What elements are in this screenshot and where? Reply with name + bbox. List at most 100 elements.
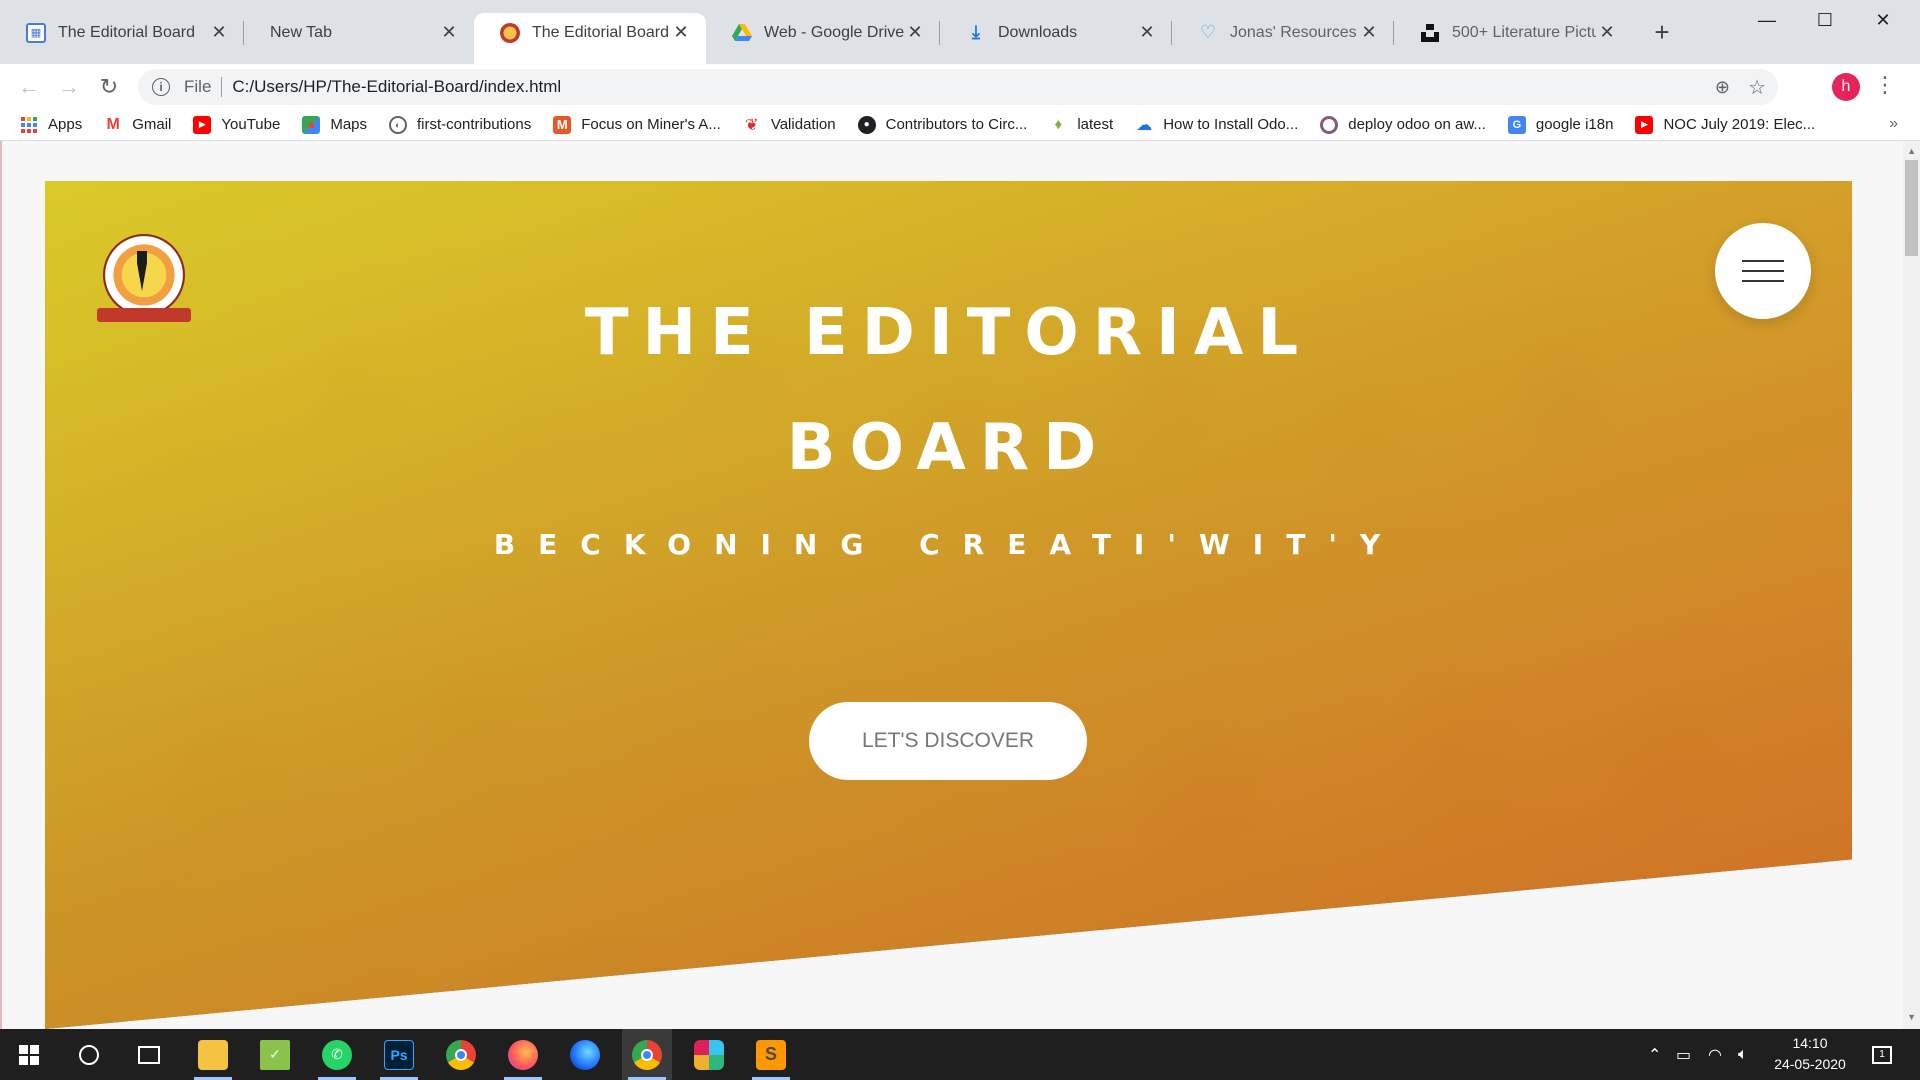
back-button[interactable]: ← — [12, 70, 46, 104]
cortana-button[interactable] — [64, 1029, 114, 1080]
taskbar-photoshop[interactable]: Ps — [374, 1029, 424, 1080]
tab-strip: ▦ The Editorial Board ✕ New Tab ✕ The Ed… — [0, 0, 1920, 64]
taskbar-firefox-dev[interactable] — [560, 1029, 610, 1080]
bookmarks-overflow-icon[interactable]: » — [1889, 115, 1898, 133]
taskbar-whatsapp[interactable]: ✆ — [312, 1029, 362, 1080]
bookmark-label: YouTube — [221, 116, 281, 133]
tab-title: Jonas' Resources for Bu — [1230, 23, 1358, 41]
tab-close-icon[interactable]: ✕ — [1136, 22, 1158, 44]
taskbar-chrome[interactable] — [436, 1029, 486, 1080]
tab-title: 500+ Literature Picture — [1452, 23, 1596, 41]
tab-title: The Editorial Board, MI — [532, 23, 670, 41]
globe-icon: ◐ — [389, 115, 408, 134]
volume-icon[interactable]: 🔈︎ — [1738, 1029, 1748, 1080]
forward-button[interactable]: → — [52, 70, 86, 104]
bookmarks-bar: Apps M Gmail ▶ YouTube ● Maps ◐ first-co… — [0, 109, 1920, 141]
tab-title: Downloads — [998, 23, 1078, 41]
start-button[interactable] — [4, 1029, 54, 1080]
bookmark-gmail[interactable]: M Gmail — [104, 115, 172, 134]
new-tab-button[interactable]: + — [1648, 17, 1676, 47]
tab-title: New Tab — [270, 23, 332, 41]
tab-close-icon[interactable]: ✕ — [1358, 22, 1380, 44]
bookmark-label: Focus on Miner's A... — [581, 116, 721, 133]
gmail-icon: M — [106, 115, 120, 133]
taskbar-firefox[interactable] — [498, 1029, 548, 1080]
taskbar-file-explorer[interactable] — [188, 1029, 238, 1080]
browser-menu-icon[interactable]: ⋮ — [1874, 74, 1896, 96]
scrollbar-thumb[interactable] — [1905, 160, 1918, 256]
bookmark-first-contributions[interactable]: ◐ first-contributions — [389, 115, 531, 134]
google-drive-icon — [732, 23, 752, 43]
slack-icon — [694, 1039, 724, 1070]
url-text[interactable]: C:/Users/HP/The-Editorial-Board/index.ht… — [232, 77, 561, 97]
lets-discover-button[interactable]: LET'S DISCOVER — [809, 702, 1087, 780]
wifi-icon[interactable]: ◠ — [1708, 1029, 1722, 1080]
browser-toolbar: ← → ↻ i File C:/Users/HP/The-Editorial-B… — [0, 64, 1920, 109]
bookmark-install-odoo[interactable]: ☁ How to Install Odo... — [1135, 116, 1298, 134]
bookmark-label: Apps — [48, 116, 83, 133]
maximize-button[interactable]: ☐ — [1796, 0, 1854, 40]
taskbar-slack[interactable] — [684, 1029, 734, 1080]
hero-heading-line2: BOARD — [786, 411, 1111, 485]
tab-jonas-resources[interactable]: ♡ Jonas' Resources for Bu ✕ — [1172, 13, 1394, 52]
bookmark-label: Validation — [770, 116, 836, 133]
taskbar-clock[interactable]: 14:10 24-05-2020 — [1768, 1033, 1852, 1075]
task-view-button[interactable] — [124, 1029, 174, 1080]
minimize-button[interactable]: — — [1738, 0, 1796, 40]
validation-icon: ❦ — [745, 116, 759, 134]
page-viewport: THE EDITORIAL BOARD BECKONING CREATI'WIT… — [0, 141, 1920, 1029]
github-icon: ● — [857, 115, 876, 134]
tab-downloads[interactable]: ⤓ Downloads ✕ — [940, 13, 1172, 52]
tab-literature-pictures[interactable]: 500+ Literature Picture ✕ — [1394, 13, 1632, 52]
bookmark-maps[interactable]: ● Maps — [302, 115, 368, 134]
hero-heading-line1: THE EDITORIAL — [584, 296, 1313, 370]
tab-new-tab[interactable]: New Tab ✕ — [244, 13, 474, 52]
bookmark-validation[interactable]: ❦ Validation — [743, 116, 836, 134]
scroll-up-icon[interactable]: ▲ — [1907, 146, 1916, 156]
show-hidden-icons[interactable]: ⌃ — [1648, 1029, 1661, 1080]
maps-icon: ● — [302, 115, 321, 134]
tab-google-drive[interactable]: Web - Google Drive ✕ — [706, 13, 940, 52]
bookmark-apps[interactable]: Apps — [20, 116, 82, 134]
notifications-button[interactable]: 1 — [1872, 1029, 1892, 1080]
bookmark-youtube[interactable]: ▶ YouTube — [193, 115, 281, 134]
taskbar-sublime[interactable]: S — [746, 1029, 796, 1080]
tab-close-icon[interactable]: ✕ — [438, 22, 460, 44]
bookmark-star-icon[interactable]: ☆ — [1748, 75, 1766, 100]
bookmark-deploy-odoo[interactable]: deploy odoo on aw... — [1320, 115, 1486, 134]
bookmark-noc-july[interactable]: ▶ NOC July 2019: Elec... — [1635, 115, 1816, 134]
hero-heading: THE EDITORIAL BOARD — [45, 276, 1852, 506]
tab-close-icon[interactable]: ✕ — [670, 22, 692, 44]
taskbar-chrome-profile[interactable] — [622, 1029, 672, 1080]
folder-icon — [198, 1039, 228, 1070]
bookmark-focus-miners[interactable]: M Focus on Miner's A... — [553, 115, 721, 134]
reload-button[interactable]: ↻ — [92, 70, 126, 104]
page-scrollbar[interactable] — [1903, 141, 1920, 1029]
bookmark-label: Gmail — [132, 116, 172, 133]
info-icon[interactable]: i — [152, 78, 170, 96]
hero-section: THE EDITORIAL BOARD BECKONING CREATI'WIT… — [45, 181, 1852, 1029]
scroll-down-icon[interactable]: ▼ — [1907, 1012, 1916, 1022]
tab-close-icon[interactable]: ✕ — [1596, 22, 1618, 44]
tab-editorial-board-active[interactable]: The Editorial Board, MI ✕ — [474, 13, 706, 64]
unsplash-icon — [1420, 23, 1440, 43]
firefox-dev-icon — [570, 1039, 600, 1070]
profile-avatar[interactable]: h — [1832, 73, 1860, 101]
windows-taskbar: ✓ ✆ Ps S ⌃ ▭ ◠ 🔈︎ 1 — [0, 1029, 1920, 1080]
battery-icon[interactable]: ▭ — [1676, 1029, 1691, 1080]
notification-icon: 1 — [1872, 1045, 1892, 1064]
bookmark-latest[interactable]: ♦ latest — [1049, 116, 1114, 134]
bookmark-google-i18n[interactable]: G google i18n — [1507, 115, 1613, 134]
tab-close-icon[interactable]: ✕ — [904, 22, 926, 44]
zoom-icon[interactable]: ⊕ — [1715, 77, 1730, 98]
tab-title: Web - Google Drive — [764, 23, 904, 41]
bookmark-label: Maps — [330, 116, 368, 133]
address-bar[interactable]: i File C:/Users/HP/The-Editorial-Board/i… — [138, 69, 1778, 105]
sublime-icon: S — [756, 1039, 786, 1070]
tab-editorial-board-calendar[interactable]: ▦ The Editorial Board ✕ — [0, 13, 244, 52]
bookmark-label: NOC July 2019: Elec... — [1663, 116, 1816, 133]
tab-close-icon[interactable]: ✕ — [208, 22, 230, 44]
close-window-button[interactable]: ✕ — [1854, 0, 1912, 40]
bookmark-contributors[interactable]: ● Contributors to Circ... — [857, 115, 1027, 134]
taskbar-green-app[interactable]: ✓ — [250, 1029, 300, 1080]
